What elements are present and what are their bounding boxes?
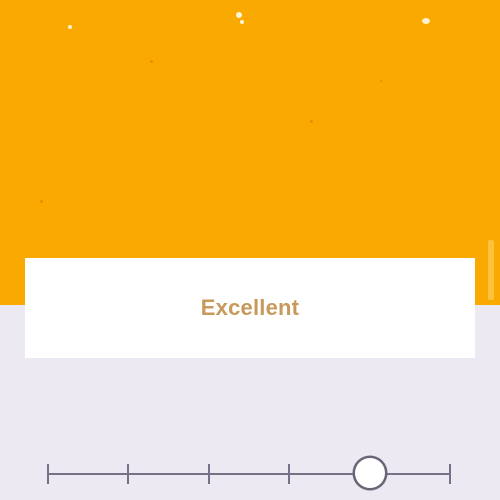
rating-card: Excellent [25,258,475,358]
slider-tick[interactable] [449,464,451,484]
slider-tick[interactable] [47,464,49,484]
rating-label: Excellent [200,295,300,320]
rating-slider[interactable] [47,458,451,488]
slider-tick[interactable] [288,464,291,484]
slider-track[interactable] [48,473,450,475]
rating-screen: Excellent [0,0,500,500]
slider-tick[interactable] [207,464,210,484]
slider-tick[interactable] [127,464,130,484]
slider-thumb[interactable] [354,458,385,488]
